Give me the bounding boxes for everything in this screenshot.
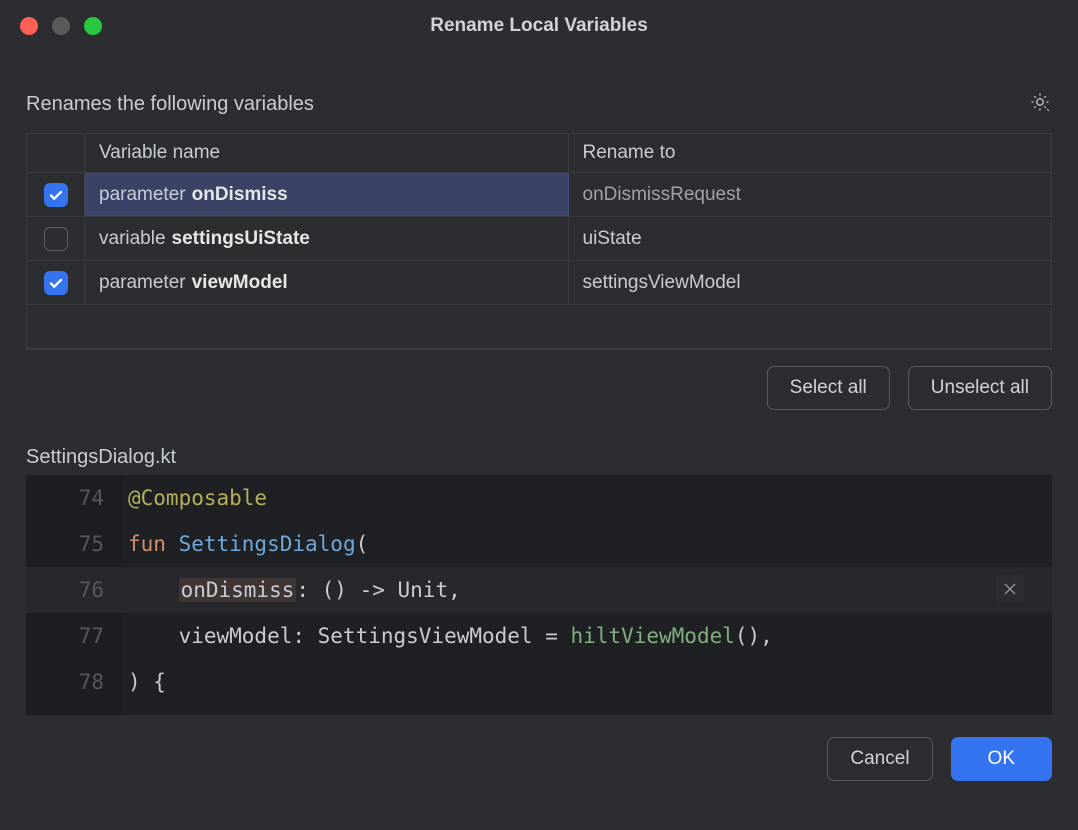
window-title: Rename Local Variables <box>20 15 1058 37</box>
table-filler-row <box>27 305 1051 349</box>
code-line: 77 viewModel: SettingsViewModel = hiltVi… <box>26 613 1052 659</box>
line-number: 78 <box>26 659 122 705</box>
cancel-button[interactable]: Cancel <box>827 737 932 781</box>
minimize-window-button[interactable] <box>52 17 70 35</box>
gear-icon[interactable] <box>1028 90 1052 119</box>
unselect-all-button[interactable]: Unselect all <box>908 366 1052 410</box>
variable-name-cell[interactable]: parameter viewModel <box>85 261 569 304</box>
table-header: Variable name Rename to <box>27 134 1051 173</box>
variable-kind: parameter <box>99 184 186 206</box>
select-all-button[interactable]: Select all <box>767 366 890 410</box>
rename-to-cell[interactable]: uiState <box>569 217 1052 260</box>
code-line: 76 onDismiss: () -> Unit, <box>26 567 1052 613</box>
variable-kind: variable <box>99 228 166 250</box>
code-content: ) { <box>122 659 1052 705</box>
variable-identifier: onDismiss <box>192 184 288 206</box>
rename-to-cell[interactable] <box>569 173 1052 216</box>
zoom-window-button[interactable] <box>84 17 102 35</box>
code-line: 75fun SettingsDialog( <box>26 521 1052 567</box>
code-content: @Composable <box>122 475 1052 521</box>
row-checkbox[interactable] <box>44 183 68 207</box>
column-header-rename-to: Rename to <box>569 134 1052 172</box>
line-number: 79 <box>26 705 122 715</box>
code-line: 78) { <box>26 659 1052 705</box>
close-window-button[interactable] <box>20 17 38 35</box>
code-preview: 74@Composable75fun SettingsDialog(76 onD… <box>26 475 1052 715</box>
row-checkbox[interactable] <box>44 227 68 251</box>
code-content: onDismiss: () -> Unit, <box>122 567 1052 613</box>
rename-input[interactable] <box>583 184 1038 206</box>
code-content: val settingsUiState by viewModel.setting… <box>122 705 1052 715</box>
variable-identifier: settingsUiState <box>172 228 310 250</box>
rename-value: settingsViewModel <box>583 272 741 294</box>
window-controls <box>20 17 102 35</box>
variable-name-cell[interactable]: parameter onDismiss <box>85 173 569 216</box>
code-content: fun SettingsDialog( <box>122 521 1052 567</box>
row-checkbox[interactable] <box>44 271 68 295</box>
line-number: 74 <box>26 475 122 521</box>
rename-value: uiState <box>583 228 642 250</box>
titlebar: Rename Local Variables <box>0 0 1078 52</box>
rename-to-cell[interactable]: settingsViewModel <box>569 261 1052 304</box>
variable-identifier: viewModel <box>192 272 288 294</box>
line-number: 77 <box>26 613 122 659</box>
table-row[interactable]: parameter onDismiss <box>27 173 1051 217</box>
line-number: 75 <box>26 521 122 567</box>
table-row[interactable]: parameter viewModel settingsViewModel <box>27 261 1051 305</box>
column-header-variable-name: Variable name <box>85 134 569 172</box>
code-line: 79 val settingsUiState by viewModel.sett… <box>26 705 1052 715</box>
code-content: viewModel: SettingsViewModel = hiltViewM… <box>122 613 1052 659</box>
variable-kind: parameter <box>99 272 186 294</box>
column-header-checkbox <box>27 134 85 172</box>
variables-table: Variable name Rename to parameter onDismi… <box>26 133 1052 350</box>
line-number: 76 <box>26 567 122 613</box>
dialog-subtitle: Renames the following variables <box>26 93 314 116</box>
table-row[interactable]: variable settingsUiState uiState <box>27 217 1051 261</box>
ok-button[interactable]: OK <box>951 737 1052 781</box>
variable-name-cell[interactable]: variable settingsUiState <box>85 217 569 260</box>
preview-filename: SettingsDialog.kt <box>26 446 1052 469</box>
code-line: 74@Composable <box>26 475 1052 521</box>
close-icon[interactable] <box>996 575 1024 603</box>
